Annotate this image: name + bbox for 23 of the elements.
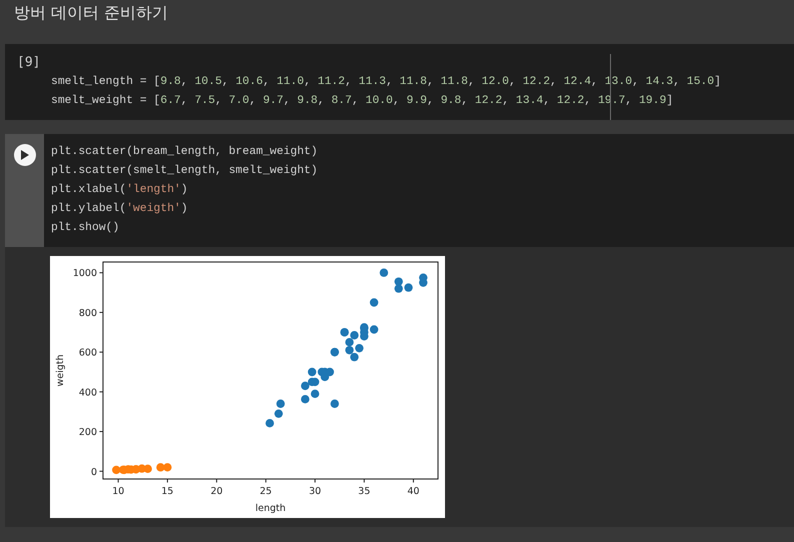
x-tick-label: 35 bbox=[358, 486, 370, 497]
section-heading: 방버 데이터 준비하기 bbox=[13, 2, 170, 24]
x-tick-label: 10 bbox=[112, 486, 124, 497]
x-tick-label: 30 bbox=[308, 486, 322, 497]
y-tick-label: 200 bbox=[78, 427, 97, 438]
y-tick-label: 0 bbox=[90, 466, 97, 478]
x-axis-label: length bbox=[255, 503, 286, 514]
code-line: smelt_length = [9.8, 10.5, 10.6, 11.0, 11.2, 11.3, 11.8, 11.8, 12.0, 12.2, 12.4, 13.0, 14.3, 15.0] bbox=[51, 74, 721, 90]
execution-count: [9] bbox=[16, 54, 42, 72]
x-tick-label: 15 bbox=[161, 486, 174, 497]
y-tick-label: 600 bbox=[78, 348, 97, 359]
x-tick-label: 25 bbox=[260, 486, 272, 497]
y-tick-label: 400 bbox=[78, 387, 97, 398]
code-line: plt.ylabel('weigth') bbox=[51, 202, 189, 217]
code-line: plt.scatter(smelt_length, smelt_weight) bbox=[51, 164, 319, 179]
y-tick-label: 1000 bbox=[72, 268, 97, 280]
x-tick-label: 40 bbox=[407, 486, 420, 497]
code-line: plt.xlabel('length') bbox=[51, 182, 189, 198]
code-line: plt.scatter(bream_length, bream_weight) bbox=[51, 144, 319, 160]
y-axis-label: weigth bbox=[55, 354, 66, 387]
code-line: plt.show() bbox=[51, 220, 120, 236]
y-tick-label: 800 bbox=[78, 308, 97, 319]
x-tick-label: 20 bbox=[210, 486, 223, 497]
